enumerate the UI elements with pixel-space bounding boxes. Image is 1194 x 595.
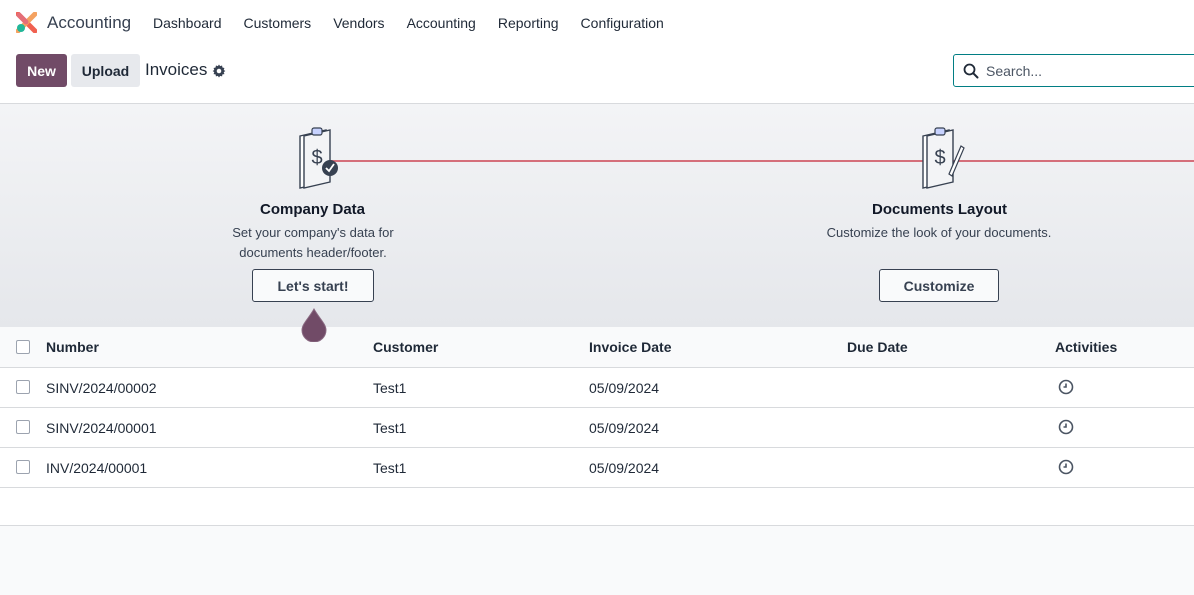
step-layout-description: Customize the look of your documents. (804, 223, 1074, 243)
cell-invoice-date: 05/09/2024 (589, 380, 660, 396)
menu-item-configuration[interactable]: Configuration (570, 0, 675, 46)
search-input[interactable] (986, 61, 1186, 81)
step-company-description: Set your company's data for documents he… (213, 223, 413, 263)
row-checkbox[interactable] (16, 420, 30, 434)
control-panel: New Upload Invoices (0, 46, 1194, 104)
table-row[interactable]: SINV/2024/00001 Test1 05/09/2024 (0, 408, 1194, 448)
column-invoice-date[interactable]: Invoice Date (589, 327, 671, 368)
search-box (953, 54, 1194, 87)
table-footer-row (0, 488, 1194, 526)
cell-number: SINV/2024/00001 (46, 420, 157, 436)
top-navbar: Accounting Dashboard Customers Vendors A… (0, 0, 1194, 46)
menu-item-accounting[interactable]: Accounting (396, 0, 487, 46)
row-checkbox[interactable] (16, 380, 30, 394)
step-company-description-line: Set your company's data for (232, 225, 394, 240)
new-button[interactable]: New (16, 54, 67, 87)
row-checkbox[interactable] (16, 460, 30, 474)
clock-icon[interactable] (1058, 379, 1074, 395)
cell-number: INV/2024/00001 (46, 460, 148, 476)
column-number[interactable]: Number (46, 327, 99, 368)
clock-icon[interactable] (1058, 419, 1074, 435)
cell-customer: Test1 (373, 420, 407, 436)
cell-customer: Test1 (373, 380, 407, 396)
step-layout-description-line: Customize the look of your documents. (826, 225, 1052, 240)
step-connector-line (313, 160, 1194, 162)
table-row[interactable]: SINV/2024/00002 Test1 05/09/2024 (0, 368, 1194, 408)
app-logo-icon[interactable] (16, 12, 37, 33)
menu-item-vendors[interactable]: Vendors (322, 0, 395, 46)
main-menu: Dashboard Customers Vendors Accounting R… (142, 0, 675, 46)
clipboard-dollar-pen-icon: $ (922, 127, 965, 189)
svg-text:$: $ (311, 147, 322, 169)
app-name[interactable]: Accounting (47, 13, 131, 33)
onboarding-panel: $ Company Data Set your company's data f… (0, 104, 1194, 327)
step-company-description-line: documents header/footer. (239, 245, 387, 260)
column-due-date[interactable]: Due Date (847, 327, 908, 368)
table-header: Number Customer Invoice Date Due Date Ac… (0, 327, 1194, 368)
customize-button[interactable]: Customize (879, 269, 999, 302)
step-company-title: Company Data (260, 201, 366, 218)
upload-button[interactable]: Upload (71, 54, 140, 87)
step-layout-title: Documents Layout (872, 201, 1008, 218)
select-all-checkbox[interactable] (16, 340, 30, 354)
lets-start-button[interactable]: Let's start! (252, 269, 374, 302)
table-row[interactable]: INV/2024/00001 Test1 05/09/2024 (0, 448, 1194, 488)
cell-invoice-date: 05/09/2024 (589, 460, 660, 476)
tour-pointer-icon[interactable] (301, 308, 327, 342)
menu-item-reporting[interactable]: Reporting (487, 0, 570, 46)
svg-text:$: $ (934, 147, 945, 169)
search-icon (963, 63, 979, 79)
menu-item-customers[interactable]: Customers (233, 0, 323, 46)
column-activities[interactable]: Activities (1055, 327, 1117, 368)
cell-number: SINV/2024/00002 (46, 380, 157, 396)
clock-icon[interactable] (1058, 459, 1074, 475)
cell-customer: Test1 (373, 460, 407, 476)
clipboard-dollar-check-icon: $ (299, 127, 338, 189)
menu-item-dashboard[interactable]: Dashboard (142, 0, 233, 46)
column-customer[interactable]: Customer (373, 327, 438, 368)
cell-invoice-date: 05/09/2024 (589, 420, 660, 436)
breadcrumb: Invoices (145, 60, 208, 79)
gear-icon[interactable] (212, 64, 226, 78)
